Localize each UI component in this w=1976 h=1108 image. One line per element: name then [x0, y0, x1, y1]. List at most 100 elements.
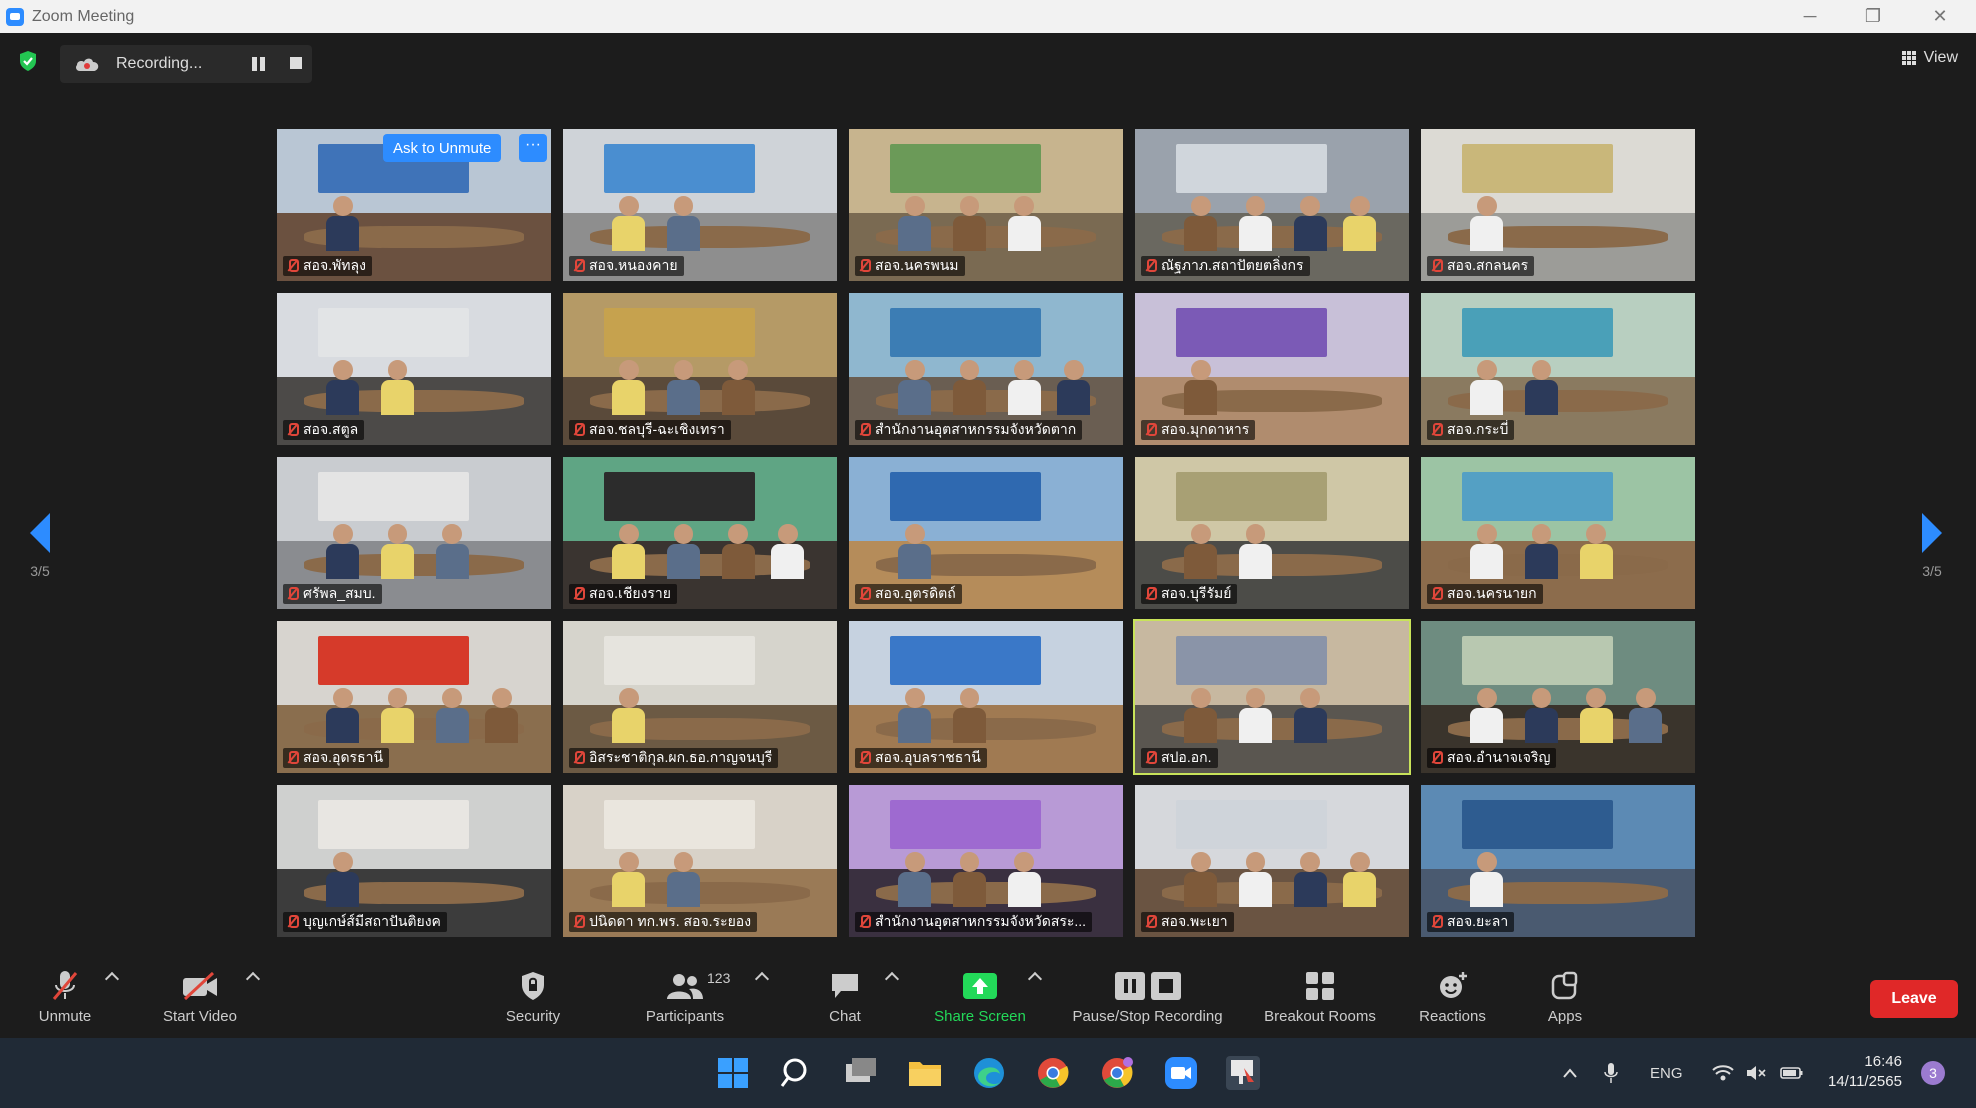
file-explorer-icon[interactable] — [906, 1054, 944, 1092]
task-view-icon[interactable] — [842, 1054, 880, 1092]
edge-browser-icon[interactable] — [970, 1054, 1008, 1092]
chat-button[interactable]: Chat — [815, 968, 875, 1025]
recording-indicator: Recording... — [60, 45, 312, 83]
participant-tile[interactable]: สอจ.พะเยา — [1133, 783, 1411, 939]
participant-tile[interactable]: สอจ.บุรีรัมย์ — [1133, 455, 1411, 611]
participant-tile[interactable]: สอจ.กระบี่ — [1419, 291, 1697, 447]
battery-charging-icon — [1780, 1067, 1803, 1079]
chevron-up-icon — [1563, 1068, 1577, 1078]
participant-tile[interactable]: สอจ.อุบลราชธานี — [847, 619, 1125, 775]
participant-tile[interactable]: อิสระชาติกุล.ผก.ธอ.กาญจนบุรี — [561, 619, 839, 775]
participant-name: สอจ.อุดรธานี — [303, 749, 384, 765]
grid-view-icon — [1901, 51, 1916, 65]
stop-recording-button[interactable] — [290, 57, 302, 69]
notification-badge[interactable]: 3 — [1921, 1061, 1945, 1085]
participant-tile[interactable]: สอจ.นครพนม — [847, 127, 1125, 283]
participant-tile[interactable]: ปนิดดา ทก.พร. สอจ.ระยอง — [561, 783, 839, 939]
participant-name: อิสระชาติกุล.ผก.ธอ.กาญจนบุรี — [589, 749, 773, 765]
participants-button[interactable]: 123 Participants — [635, 968, 735, 1025]
participant-tile[interactable]: สอจ.สตูล — [275, 291, 553, 447]
participant-tile[interactable]: สอจ.อำนาจเจริญ — [1419, 619, 1697, 775]
next-page-button[interactable]: 3/5 — [1912, 513, 1952, 579]
shield-lock-icon — [522, 972, 544, 1000]
participant-name-label: สอจ.อุตรดิตถ์ — [855, 584, 962, 604]
muted-mic-icon — [859, 915, 871, 929]
participant-tile[interactable]: ณัฐภาภ.สถาปัตยตลิ่งกร — [1133, 127, 1411, 283]
battery-button[interactable] — [1780, 1038, 1804, 1108]
more-options-button[interactable]: ··· — [519, 134, 547, 162]
start-video-button[interactable]: Start Video — [150, 968, 250, 1025]
participant-tile[interactable]: สอจ.ชลบุรี-ฉะเชิงเทรา — [561, 291, 839, 447]
security-button[interactable]: Security — [493, 968, 573, 1025]
muted-mic-icon — [573, 915, 585, 929]
previous-page-button[interactable]: 3/5 — [20, 513, 60, 579]
participant-tile[interactable]: สำนักงานอุตสาหกรรมจังหวัดตาก — [847, 291, 1125, 447]
apps-button[interactable]: Apps — [1540, 968, 1590, 1025]
participant-name-label: สปอ.อก. — [1141, 748, 1218, 768]
taskbar-clock[interactable]: 16:46 14/11/2565 — [1828, 1052, 1902, 1092]
search-icon[interactable] — [778, 1054, 816, 1092]
participant-name-label: สอจ.อุบลราชธานี — [855, 748, 987, 768]
participant-tile[interactable]: สปอ.อก. — [1133, 619, 1411, 775]
page-indicator-left: 3/5 — [30, 563, 50, 579]
show-hidden-icons-button[interactable] — [1562, 1038, 1578, 1108]
participant-name: สอจ.มุกดาหาร — [1161, 421, 1250, 437]
zoom-taskbar-icon[interactable] — [1162, 1054, 1200, 1092]
participant-tile[interactable]: บุญเกษ์ส์มีสถาปันติยงค — [275, 783, 553, 939]
presentation-app-icon[interactable] — [1224, 1054, 1262, 1092]
reactions-button[interactable]: Reactions — [1410, 968, 1495, 1025]
apps-icon — [1551, 971, 1578, 1000]
pause-recording-button[interactable] — [252, 57, 266, 71]
participant-name-label: สอจ.ยะลา — [1427, 912, 1515, 932]
audio-options-caret[interactable] — [104, 971, 120, 987]
arrow-right-icon — [1922, 513, 1942, 553]
close-button[interactable]: ✕ — [1910, 0, 1970, 33]
participant-tile[interactable]: สอจ.มุกดาหาร — [1133, 291, 1411, 447]
participant-name-label: สอจ.อำนาจเจริญ — [1427, 748, 1557, 768]
muted-mic-icon — [287, 587, 299, 601]
participant-tile[interactable]: ศรัพล_สมบ. — [275, 455, 553, 611]
language-indicator[interactable]: ENG — [1650, 1038, 1683, 1108]
pause-stop-icon — [1114, 972, 1181, 1000]
participant-name-label: สำนักงานอุตสาหกรรมจังหวัดตาก — [855, 420, 1083, 440]
microphone-tray-button[interactable] — [1603, 1038, 1619, 1108]
participant-name: สอจ.อำนาจเจริญ — [1447, 749, 1551, 765]
shield-icon[interactable] — [18, 50, 38, 72]
participant-tile[interactable]: สอจ.หนองคาย — [561, 127, 839, 283]
pause-stop-recording-button[interactable]: Pause/Stop Recording — [1060, 968, 1235, 1025]
participant-tile[interactable]: สอจ.สกลนคร — [1419, 127, 1697, 283]
participant-tile[interactable]: สอจ.ยะลา — [1419, 783, 1697, 939]
participant-name: สอจ.บุรีรัมย์ — [1161, 585, 1232, 601]
restore-button[interactable]: ❐ — [1843, 0, 1903, 33]
share-screen-button[interactable]: Share Screen — [925, 968, 1035, 1025]
minimize-button[interactable]: ─ — [1780, 0, 1840, 33]
muted-mic-icon — [573, 751, 585, 765]
participant-tile[interactable]: สอจ.อุตรดิตถ์ — [847, 455, 1125, 611]
arrow-left-icon — [30, 513, 50, 553]
volume-button[interactable] — [1745, 1038, 1767, 1108]
participant-tile[interactable]: สอจ.เชียงราย — [561, 455, 839, 611]
participants-options-caret[interactable] — [754, 971, 770, 987]
leave-button[interactable]: Leave — [1870, 980, 1958, 1018]
participant-tile[interactable]: สอจ.พัทลุง Ask to Unmute ··· — [275, 127, 553, 283]
participant-tile[interactable]: สอจ.อุดรธานี — [275, 619, 553, 775]
cloud-recording-icon — [76, 58, 99, 71]
muted-mic-icon — [287, 423, 299, 437]
participant-name: สอจ.พัทลุง — [303, 257, 366, 273]
chat-options-caret[interactable] — [884, 971, 900, 987]
chrome-profile-icon[interactable] — [1098, 1054, 1136, 1092]
muted-mic-icon — [1431, 587, 1443, 601]
participant-tile[interactable]: สอจ.นครนายก — [1419, 455, 1697, 611]
unmute-button[interactable]: Unmute — [30, 968, 100, 1025]
participant-tile[interactable]: สำนักงานอุตสาหกรรมจังหวัดสระ... — [847, 783, 1125, 939]
windows-start-icon[interactable] — [714, 1054, 752, 1092]
clock-date: 14/11/2565 — [1828, 1073, 1902, 1090]
window-title: Zoom Meeting — [32, 7, 135, 25]
view-button[interactable]: View — [1901, 49, 1958, 67]
chrome-browser-icon[interactable] — [1034, 1054, 1072, 1092]
reactions-label: Reactions — [1419, 1008, 1486, 1025]
breakout-rooms-button[interactable]: Breakout Rooms — [1255, 968, 1385, 1025]
ask-to-unmute-button[interactable]: Ask to Unmute — [383, 134, 502, 162]
chat-label: Chat — [829, 1008, 861, 1025]
wifi-button[interactable] — [1712, 1038, 1734, 1108]
